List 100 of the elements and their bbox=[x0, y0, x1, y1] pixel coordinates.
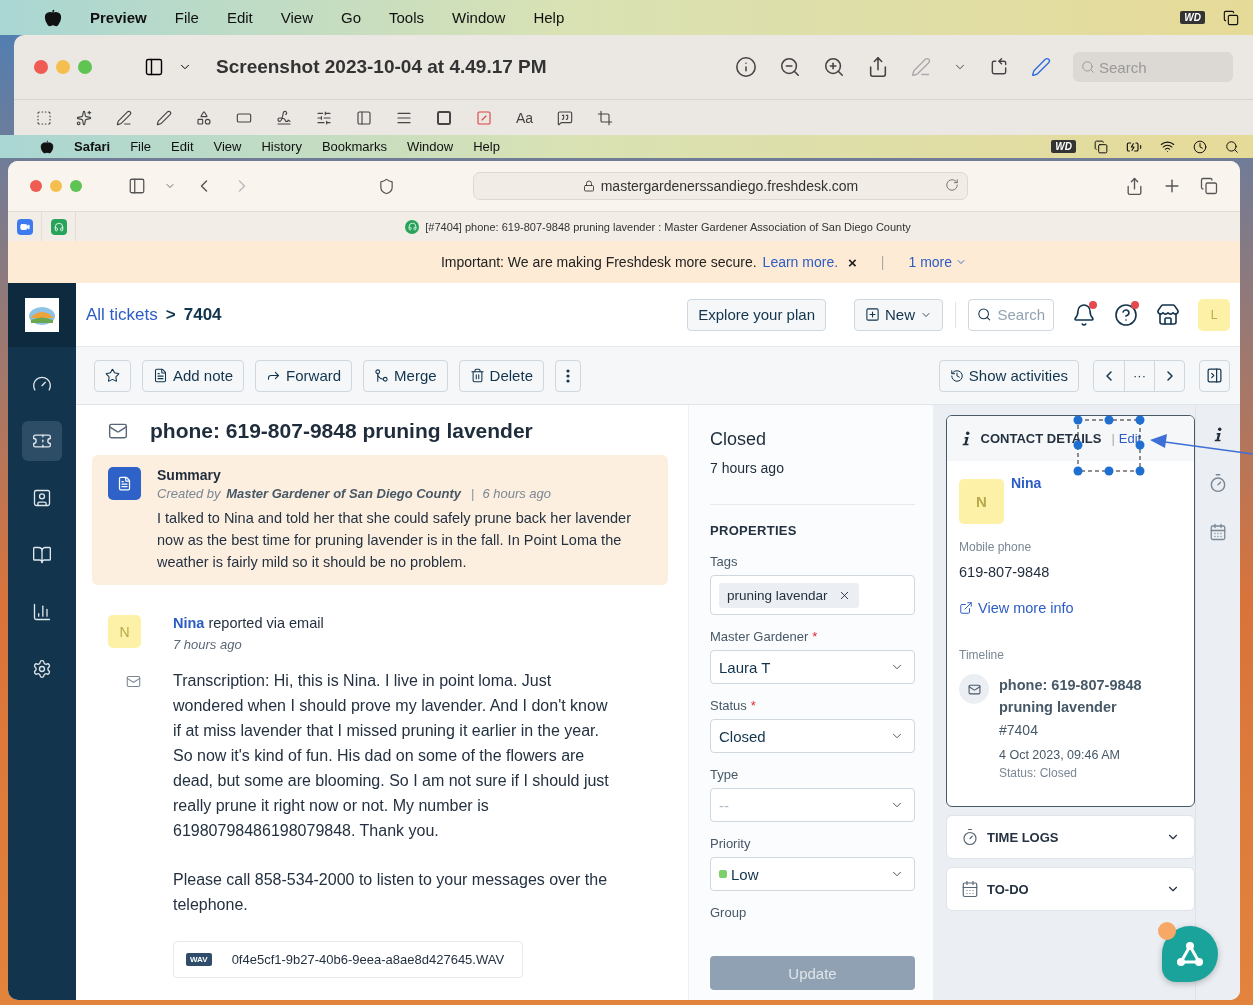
panel-toggle-button[interactable] bbox=[1199, 359, 1230, 392]
close-dot[interactable] bbox=[30, 180, 42, 192]
explore-plan-button[interactable]: Explore your plan bbox=[687, 298, 826, 331]
draw-icon bbox=[156, 109, 172, 126]
mail-icon bbox=[959, 674, 989, 704]
menu-item[interactable]: View bbox=[213, 139, 242, 154]
external-link-icon bbox=[959, 601, 973, 615]
requester-avatar: N bbox=[108, 615, 141, 648]
font-tool[interactable]: Aa bbox=[516, 109, 534, 126]
show-activities-button[interactable]: Show activities bbox=[938, 359, 1079, 392]
menu-item[interactable]: History bbox=[261, 139, 302, 154]
bell-button[interactable] bbox=[1072, 302, 1096, 327]
more-link[interactable]: 1 more bbox=[908, 254, 968, 270]
zoom-in-icon bbox=[823, 56, 845, 78]
view-more-link[interactable]: View more info bbox=[959, 600, 1182, 616]
message-time: 7 hours ago bbox=[173, 637, 243, 652]
shapes-icon bbox=[196, 109, 212, 126]
edit-link[interactable]: Edit bbox=[1118, 431, 1142, 446]
learn-more-link[interactable]: Learn more. bbox=[762, 254, 839, 270]
adjust-icon bbox=[316, 109, 332, 126]
menu-item[interactable]: Tools bbox=[389, 9, 425, 26]
message-text: Transcription: Hi, this is Nina. I live in point loma. Just wondered when I should prove my lavender. And I don't know if at miss lavender that I missed pruning it earlier in the year. So now it's kind of fun. His dad on some of the flowers are dead, but some are blooming. So I am not sure if I should just really prune it right now or not. My number is 61980798486198079848. Thank you. bbox=[173, 671, 610, 841]
menu-item[interactable]: Edit bbox=[171, 139, 194, 154]
sidebar-icon bbox=[128, 177, 146, 195]
menu-item[interactable]: Window bbox=[406, 139, 454, 154]
help-button[interactable] bbox=[1114, 302, 1138, 327]
collapsible-section[interactable]: TO-DO bbox=[946, 867, 1195, 911]
panel-icon bbox=[1206, 367, 1223, 384]
zoom-out-icon bbox=[779, 56, 801, 78]
select-field[interactable]: Closed bbox=[710, 719, 915, 753]
wifi-icon bbox=[1160, 139, 1175, 154]
menu-app-name[interactable]: Preview bbox=[90, 9, 147, 26]
merge-button[interactable]: Merge bbox=[363, 359, 448, 392]
more-button[interactable] bbox=[554, 359, 581, 392]
properties-heading: PROPERTIES bbox=[710, 523, 798, 538]
zoom-dot[interactable] bbox=[70, 180, 82, 192]
timeline-label: Timeline bbox=[959, 648, 1005, 662]
select-field[interactable]: Low bbox=[710, 857, 915, 891]
timeline-title[interactable]: phone: 619-807-9848 pruning lavender bbox=[999, 674, 1182, 718]
menu-item[interactable]: Bookmarks bbox=[321, 139, 387, 154]
headset-app-tab[interactable] bbox=[50, 218, 67, 235]
menu-item[interactable]: Go bbox=[341, 9, 361, 26]
selection-icon bbox=[36, 109, 52, 126]
video-camera-icon bbox=[19, 221, 30, 232]
minimize-dot[interactable] bbox=[56, 60, 70, 74]
field-label: Tags bbox=[710, 554, 738, 569]
new-button[interactable]: New bbox=[854, 298, 943, 331]
address-bar[interactable]: mastergardenerssandiego.freshdesk.com bbox=[473, 172, 968, 200]
menu-item[interactable]: File bbox=[174, 9, 199, 26]
menu-app-name[interactable]: Safari bbox=[74, 139, 111, 154]
card-heading: CONTACT DETAILS bbox=[980, 431, 1102, 446]
ticket-status: Closed bbox=[710, 429, 768, 450]
summary-text: I talked to Nina and told her that she could safely prune back her lavender now as the best time for pruning lavender is in the fall. In Point Loma the weather is fairly mild so it should be no problem. bbox=[157, 509, 632, 572]
tab-title[interactable]: [#7404] phone: 619-807-9848 pruning lavender : Master Gardener Association of San Diego County bbox=[425, 220, 911, 233]
star-icon bbox=[105, 368, 120, 383]
headset-icon bbox=[405, 219, 420, 234]
book-icon bbox=[32, 545, 52, 565]
select-field[interactable]: Laura T bbox=[710, 650, 915, 684]
menu-item[interactable]: Edit bbox=[226, 9, 253, 26]
markup-icon bbox=[1031, 57, 1051, 77]
timeline-ticket-id: #7404 bbox=[999, 722, 1039, 738]
add-note-button[interactable]: Add note bbox=[142, 359, 245, 392]
contact-icon bbox=[32, 488, 52, 508]
menu-item[interactable]: Help bbox=[533, 9, 565, 26]
tag-chip[interactable]: pruning lavendar bbox=[719, 582, 859, 608]
forward-button[interactable]: Forward bbox=[255, 359, 353, 392]
close-dot[interactable] bbox=[34, 60, 48, 74]
contact-name[interactable]: Nina bbox=[1011, 475, 1042, 524]
attachment-card[interactable]: WAV 0f4e5cf1-9b27-40b6-9eea-a8ae8d427645.WAV bbox=[173, 941, 523, 978]
all-tickets-link[interactable]: All tickets bbox=[86, 304, 158, 325]
drive-badge[interactable]: WD bbox=[1051, 140, 1076, 153]
tags-field[interactable]: pruning lavendar bbox=[710, 575, 915, 615]
ticket-subject: phone: 619-807-9848 pruning lavender bbox=[150, 419, 533, 443]
menu-item[interactable]: Help bbox=[473, 139, 500, 154]
drive-badge[interactable]: WD bbox=[1180, 11, 1205, 24]
sidebar-item[interactable] bbox=[22, 421, 62, 461]
collapsible-section[interactable]: TIME LOGS bbox=[946, 815, 1195, 859]
mail-icon bbox=[108, 421, 128, 441]
zoom-dot[interactable] bbox=[78, 60, 92, 74]
video-app-tab[interactable] bbox=[16, 218, 33, 235]
minimize-dot[interactable] bbox=[50, 180, 62, 192]
timer-icon bbox=[961, 828, 979, 846]
status-time: 7 hours ago bbox=[710, 460, 915, 505]
breadcrumb-separator: > bbox=[165, 304, 176, 325]
arrow[interactable] bbox=[1150, 434, 1253, 455]
window-title: Screenshot 2023-10-04 at 4.49.17 PM bbox=[216, 56, 547, 78]
summary-author: Master Gardener of San Diego County bbox=[226, 486, 461, 501]
logo[interactable] bbox=[25, 298, 59, 332]
banner-message: Important: We are making Freshdesk more secure. bbox=[440, 254, 757, 270]
store-button[interactable] bbox=[1156, 302, 1180, 327]
mail-icon bbox=[125, 674, 141, 689]
close-button[interactable]: × bbox=[848, 253, 857, 271]
share-icon bbox=[1125, 176, 1144, 196]
menu-item[interactable]: View bbox=[280, 9, 313, 26]
menu-item[interactable]: File bbox=[130, 139, 152, 154]
requester-link[interactable]: Nina bbox=[173, 615, 205, 631]
delete-button[interactable]: Delete bbox=[458, 359, 544, 392]
menu-item[interactable]: Window bbox=[452, 9, 506, 26]
sidebar-icon bbox=[144, 57, 164, 77]
star-button[interactable] bbox=[94, 359, 131, 392]
